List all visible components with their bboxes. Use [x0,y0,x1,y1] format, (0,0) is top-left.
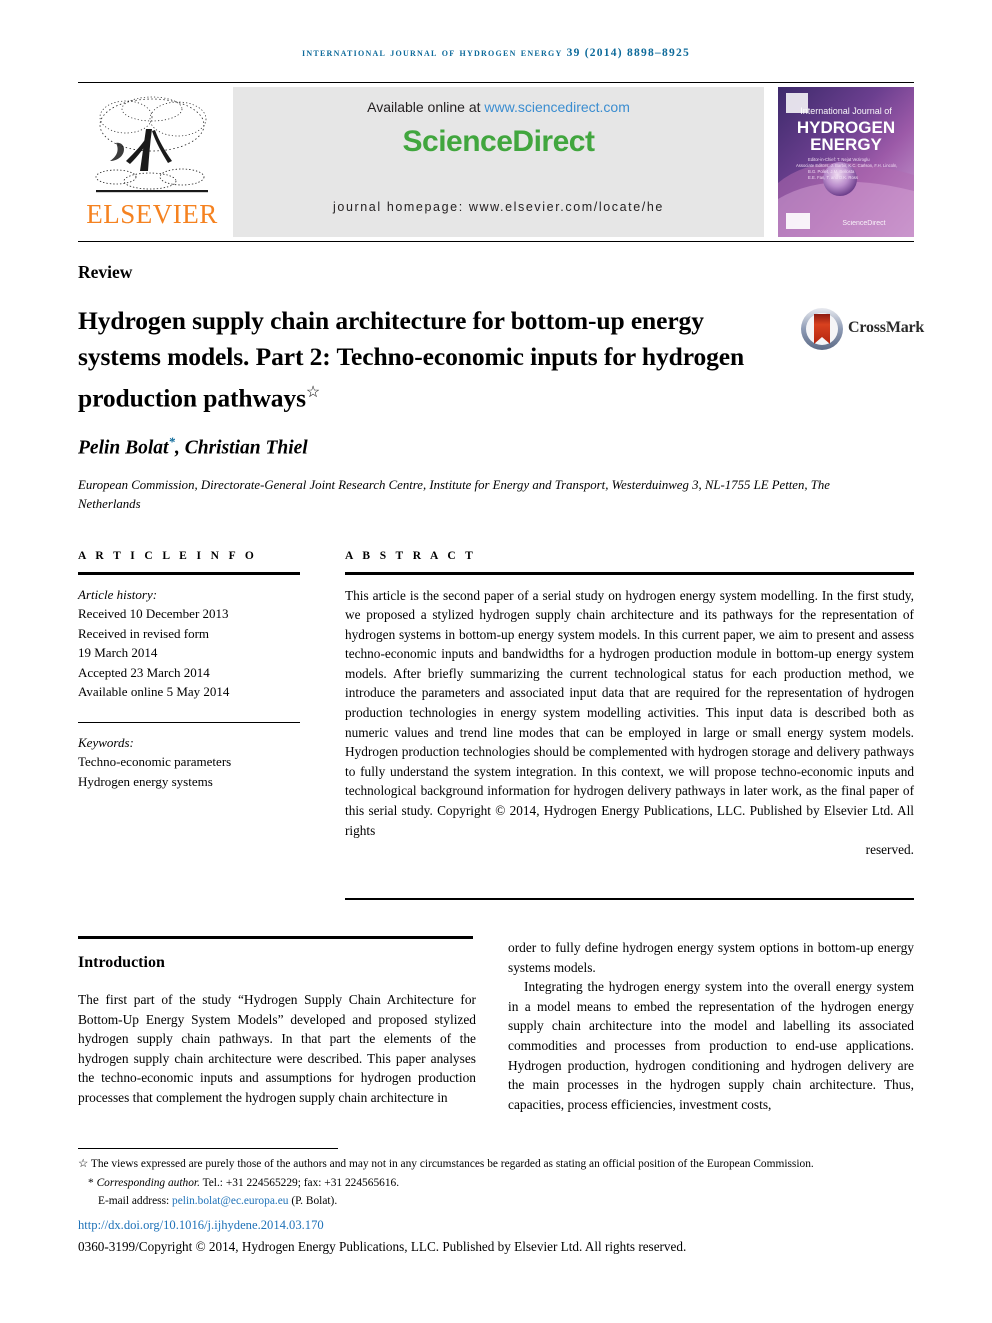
header-divider [78,82,914,83]
sciencedirect-wordmark: ScienceDirect [402,125,595,158]
running-head: International Journal of Hydrogen Energy… [301,47,690,59]
svg-text:International Journal of: International Journal of [800,106,892,116]
history-item: Received in revised form [78,625,210,641]
affiliation: European Commission, Directorate-General… [78,478,830,511]
history-item: Available online 5 May 2014 [78,684,230,699]
footnote-corresponding-marker: * [88,1176,94,1189]
crossmark-icon [801,308,843,350]
abstract-column: A B S T R A C T This article is the seco… [345,550,914,860]
footnote-corresponding: * Corresponding author. Tel.: +31 224565… [78,1175,914,1192]
masthead: ELSEVIER Available online at www.science… [78,87,914,237]
email-suffix: (P. Bolat). [288,1195,338,1208]
article-history-label: Article history: [78,586,158,602]
abstract-heading: A B S T R A C T [345,550,477,562]
journal-homepage-line[interactable]: journal homepage: www.elsevier.com/locat… [233,200,764,214]
keyword-item: Techno-economic parameters [78,754,232,769]
email-link[interactable]: pelin.bolat@ec.europa.eu [172,1195,288,1207]
crossmark-badge[interactable]: CrossMark [800,305,924,353]
title-footnote-marker[interactable]: ☆ [306,384,320,401]
keywords-label: Keywords: [78,734,134,750]
abstract-text: This article is the second paper of a se… [345,586,914,860]
abstract-body: This article is the second paper of a se… [345,587,914,819]
elsevier-wordmark: ELSEVIER [86,199,218,229]
svg-text:Associate Editors: J. Barbir,: Associate Editors: J. Barbir, K.C. Carls… [796,163,897,168]
available-online-label: Available online at [367,99,485,115]
footnote-star-text: The views expressed are purely those of … [90,1158,814,1170]
article-info-rule [78,572,300,575]
abstract-bottom-rule [345,898,914,900]
body-paragraph: order to fully define hydrogen energy sy… [508,940,914,975]
svg-text:B.G. Pollet, J.M. Bellosta: B.G. Pollet, J.M. Bellosta [808,169,855,174]
footnote-star: ☆ The views expressed are purely those o… [78,1156,914,1173]
footnote-corresponding-label: Corresponding author. [96,1176,200,1189]
keywords-block: Keywords: Techno-economic parameters Hyd… [78,733,300,792]
elsevier-logo-block: ELSEVIER [78,87,226,237]
crossmark-label: CrossMark [848,319,925,336]
article-type: Review [78,262,133,282]
journal-article-page: International Journal of Hydrogen Energy… [0,0,992,1323]
author-primary: Pelin Bolat [78,437,169,459]
body-paragraph: Integrating the hydrogen energy system i… [508,979,914,1112]
body-column-left: The first part of the study “Hydrogen Su… [78,992,476,1105]
abstract-rule [345,572,914,575]
footnote-email: E-mail address: pelin.bolat@ec.europa.eu… [78,1193,914,1210]
available-online-line: Available online at www.sciencedirect.co… [233,99,764,115]
svg-text:ScienceDirect: ScienceDirect [842,220,885,227]
author-list: Pelin Bolat*, Christian Thiel [78,434,308,460]
svg-text:E.E. Fan, T. and D.K. Ross: E.E. Fan, T. and D.K. Ross [808,175,858,180]
elsevier-tree-icon [86,91,218,199]
article-info-heading: A R T I C L E I N F O [78,550,258,562]
introduction-heading: Introduction [78,954,165,971]
masthead-divider [78,241,914,242]
footnote-corresponding-contact: Tel.: +31 224565229; fax: +31 224565616. [199,1176,400,1189]
history-item: 19 March 2014 [78,645,158,660]
article-info-column: A R T I C L E I N F O Article history: R… [78,550,300,791]
footnote-divider [78,1148,338,1149]
footnotes: ☆ The views expressed are purely those o… [78,1156,914,1210]
introduction-rule [78,936,473,940]
history-item: Received 10 December 2013 [78,606,229,621]
sciencedirect-url-link[interactable]: www.sciencedirect.com [484,99,630,115]
doi-link[interactable]: http://dx.doi.org/10.1016/j.ijhydene.201… [78,1218,324,1233]
email-label: E-mail address: [98,1195,173,1208]
journal-cover-thumbnail: International Journal of HYDROGEN ENERGY… [778,87,914,237]
keyword-item: Hydrogen energy systems [78,773,213,789]
article-history: Article history: Received 10 December 20… [78,585,300,702]
history-item: Accepted 23 March 2014 [78,664,210,680]
page-title: Hydrogen supply chain architecture for b… [78,303,778,417]
title-text: Hydrogen supply chain architecture for b… [78,306,745,413]
body-column-right: order to fully define hydrogen energy sy… [508,938,914,1114]
footnote-star-marker: ☆ [78,1158,89,1170]
abstract-copyright-end: reserved. [865,842,914,858]
author-secondary: , Christian Thiel [174,437,308,459]
issn-copyright-line: 0360-3199/Copyright © 2014, Hydrogen Ene… [78,1239,687,1254]
svg-text:ENERGY: ENERGY [810,135,882,154]
sciencedirect-banner: Available online at www.sciencedirect.co… [233,87,764,237]
keywords-divider [78,721,300,723]
svg-text:Editor-in-Chief: T. Nejat Vezi: Editor-in-Chief: T. Nejat Veziroglu [808,157,870,162]
